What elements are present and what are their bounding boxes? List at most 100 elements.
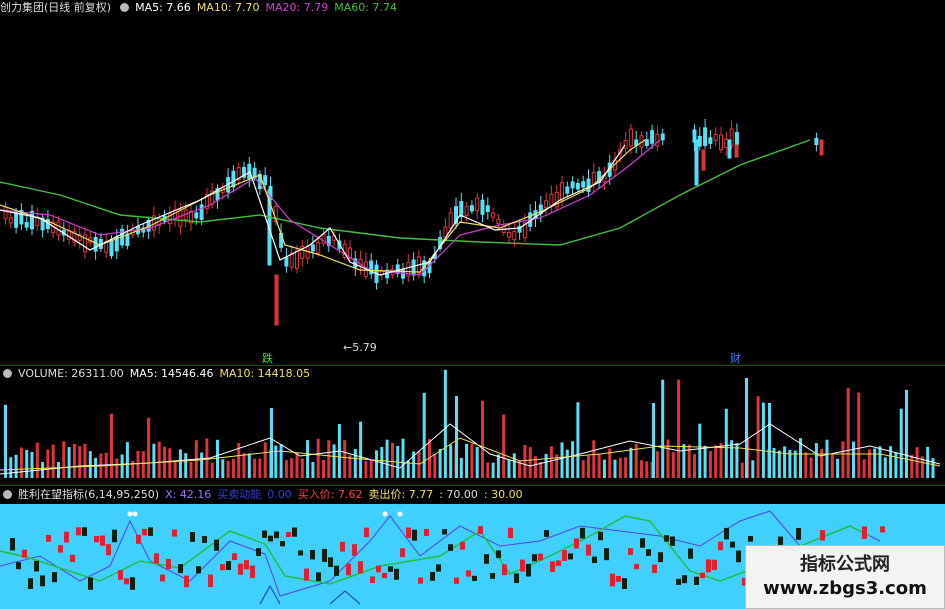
signal-dot xyxy=(127,511,133,517)
volume-bar xyxy=(263,442,267,478)
volume-bar xyxy=(465,443,469,478)
ma60-label: MA60: 7.74 xyxy=(334,1,397,14)
candle xyxy=(448,212,453,229)
indicator-block xyxy=(340,541,345,552)
volume-bar xyxy=(455,396,458,478)
indicator-block xyxy=(136,534,141,544)
volume-bar xyxy=(671,452,675,478)
volume-bar xyxy=(115,458,119,478)
indicator-block xyxy=(262,530,267,538)
volume-bar xyxy=(422,392,426,478)
indicator-block xyxy=(448,544,453,551)
candlestick-chart[interactable] xyxy=(0,0,945,366)
settings-circle-icon[interactable] xyxy=(3,369,12,378)
volume-bar xyxy=(714,445,718,478)
volume-pane[interactable]: VOLUME: 26311.00 MA5: 14546.46 MA10: 14418… xyxy=(0,366,945,486)
volume-bar xyxy=(666,439,670,478)
volume-bar xyxy=(640,460,643,478)
volume-bar xyxy=(592,440,596,478)
volume-bar xyxy=(825,439,829,478)
indicator-block xyxy=(124,578,129,585)
volume-bar xyxy=(231,458,235,478)
indicator-block xyxy=(358,561,363,574)
volume-bar xyxy=(910,454,914,478)
candle xyxy=(284,257,289,267)
candle xyxy=(560,182,564,202)
volume-bar xyxy=(359,421,363,478)
volume-bar xyxy=(878,446,882,478)
indicator-block xyxy=(748,536,753,542)
volume-bar xyxy=(899,408,903,478)
indicator-block xyxy=(472,575,477,581)
indicator-block xyxy=(820,530,825,541)
indicator-block xyxy=(82,527,87,536)
indicator-block xyxy=(700,572,705,579)
volume-bar xyxy=(141,451,145,478)
volume-bar xyxy=(343,440,347,478)
indicator-block xyxy=(664,535,669,542)
volume-bar xyxy=(836,458,840,478)
volume-bar xyxy=(83,443,87,478)
candle xyxy=(697,135,702,147)
volume-bar xyxy=(655,451,659,478)
watermark-url: www.zbgs3.com xyxy=(763,578,927,599)
volume-bar xyxy=(814,443,818,478)
volume-bar xyxy=(549,446,553,478)
candle xyxy=(650,130,655,144)
indicator-block xyxy=(658,552,663,563)
candle xyxy=(310,244,315,252)
volume-bar xyxy=(745,378,748,478)
candle xyxy=(708,137,713,144)
indicator-block xyxy=(712,559,717,570)
candle xyxy=(623,139,628,149)
indicator-block xyxy=(400,548,405,558)
volume-bar xyxy=(78,446,82,478)
indicator-block xyxy=(562,550,567,561)
volume-chart[interactable] xyxy=(0,366,945,486)
volume-bar xyxy=(433,454,437,478)
volume-bar xyxy=(629,447,633,478)
indicator-block xyxy=(430,571,435,581)
volume-bar xyxy=(565,449,569,478)
volume-bar xyxy=(348,455,352,478)
volume-bar xyxy=(120,454,124,478)
indicator-block xyxy=(634,563,639,570)
candle xyxy=(734,144,739,158)
indicator-val: 0.00 xyxy=(267,488,292,501)
price-chart-pane[interactable]: 创力集团(日线 前复权) MA5: 7.66 MA10: 7.70 MA20: 7.7… xyxy=(0,0,945,366)
indicator-block xyxy=(592,556,597,564)
watermark-logo: 指标公式网 www.zbgs3.com xyxy=(745,545,945,609)
volume-bar xyxy=(926,446,930,478)
volume-bar xyxy=(253,458,257,478)
indicator-block xyxy=(64,531,69,543)
volume-bar xyxy=(178,449,182,478)
indicator-header: 胜利在望指标(6,14,95,250) X: 42.16 买卖动能 0.00 买入价: … xyxy=(0,487,529,503)
indicator-block xyxy=(532,554,537,562)
candle xyxy=(109,240,114,257)
indicator-block xyxy=(256,548,261,557)
volume-bar xyxy=(841,441,845,478)
settings-circle-icon[interactable] xyxy=(120,3,130,12)
indicator-block xyxy=(616,575,621,582)
buy-price: 买入价: 7.62 xyxy=(297,488,363,501)
settings-circle-icon[interactable] xyxy=(3,490,12,499)
volume-bar xyxy=(35,442,39,478)
volume-bar xyxy=(613,459,617,478)
candle xyxy=(30,210,34,230)
volume-bar xyxy=(385,439,389,478)
candle xyxy=(644,139,649,146)
volume-bar xyxy=(761,402,765,478)
volume-bar xyxy=(221,459,225,478)
indicator-block xyxy=(442,529,447,535)
candle xyxy=(316,242,321,254)
indicator-block xyxy=(148,527,153,536)
candle xyxy=(724,139,729,148)
indicator-block xyxy=(244,560,249,570)
volume-bar xyxy=(459,457,463,478)
volume-bar xyxy=(793,450,797,478)
volume-bar xyxy=(915,447,919,478)
volume-bar xyxy=(62,441,66,478)
volume-bar xyxy=(491,462,495,478)
volume-bar xyxy=(401,438,405,478)
volume-bar xyxy=(783,446,787,478)
